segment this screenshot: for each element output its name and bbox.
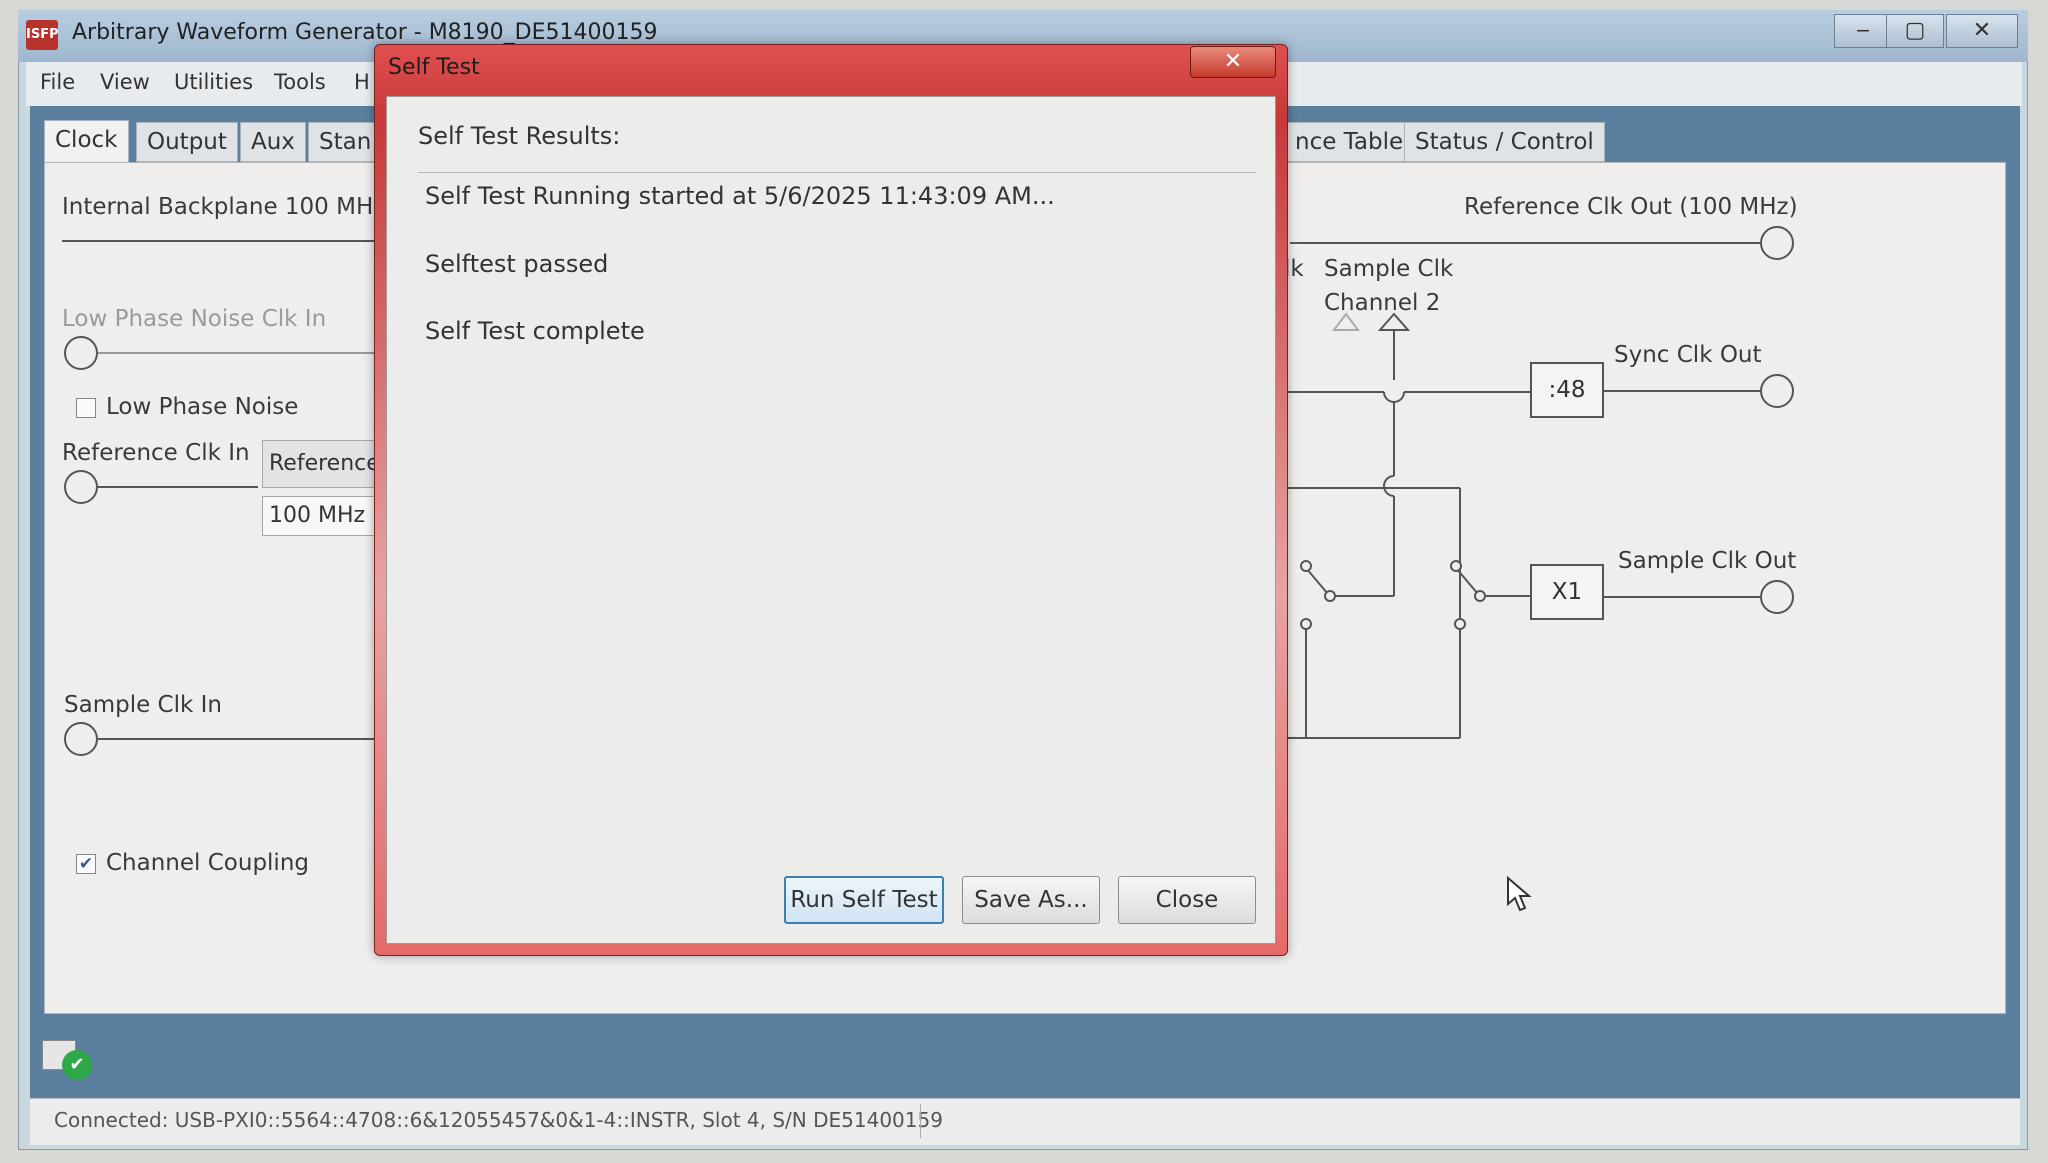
dialog-title: Self Test [388,55,480,80]
menu-view[interactable]: View [100,70,150,94]
minimize-button[interactable]: ‒ [1834,14,1892,48]
reference-clk-out-label: Reference Clk Out (100 MHz) [1464,194,1798,220]
tab-output[interactable]: Output [136,122,238,162]
menu-file[interactable]: File [40,70,75,94]
dialog-body [386,96,1276,944]
low-phase-noise-checkbox[interactable] [76,398,96,418]
sample-clk-out-connector [1760,580,1794,614]
status-divider [920,1104,921,1138]
window-close-button[interactable]: ✕ [1946,14,2018,48]
clock-routing-diagram [1288,312,1532,739]
mouse-cursor-icon [1507,876,1532,912]
tab-sequence-table[interactable]: nce Table [1284,122,1415,162]
tab-aux[interactable]: Aux [240,122,306,162]
reference-frequency-field[interactable]: 100 MHz [262,496,382,536]
app-logo-icon: ISFP [26,20,59,50]
sample-clk-out-line [1604,596,1760,598]
low-phase-noise-clk-in-connector [64,336,98,370]
reference-clk-in-label: Reference Clk In [62,440,250,466]
channel-coupling-label: Channel Coupling [106,850,310,876]
sync-clk-out-connector [1760,374,1794,408]
dialog-close-icon[interactable]: ✕ [1190,46,1276,78]
low-phase-noise-clk-in-label: Low Phase Noise Clk In [62,306,327,332]
sample-clk-out-label: Sample Clk Out [1618,548,1797,574]
reference-clk-out-connector [1760,226,1794,260]
results-separator [418,172,1256,173]
sync-clk-divider-box: :48 [1530,362,1604,418]
window-title: Arbitrary Waveform Generator - M8190_DE5… [72,20,658,45]
sync-clk-out-line [1604,390,1760,392]
reference-source-select[interactable]: Reference [262,440,382,488]
low-phase-noise-label: Low Phase Noise [106,394,299,420]
menu-utilities[interactable]: Utilities [174,70,253,94]
tab-standard[interactable]: Stan [308,122,383,162]
maximize-button[interactable]: ▢ [1886,14,1944,48]
save-as-button[interactable]: Save As... [962,876,1100,924]
connected-check-icon: ✔ [62,1050,92,1080]
connection-status-text: Connected: USB-PXI0::5564::4708::6&12055… [54,1108,943,1132]
result-line: Self Test Running started at 5/6/2025 11… [425,182,1055,210]
sync-clk-out-label: Sync Clk Out [1614,342,1762,368]
result-line: Selftest passed [425,250,609,278]
menu-tools[interactable]: Tools [274,70,326,94]
backplane-line [62,240,382,242]
low-phase-noise-line [98,352,378,354]
tab-clock[interactable]: Clock [44,120,129,164]
status-icon-bar [30,1026,2020,1098]
menu-help[interactable]: H [354,70,370,94]
tab-status-control[interactable]: Status / Control [1404,122,1605,162]
reference-clk-out-line [1290,242,1760,244]
sample-clk-multiplier-box: X1 [1530,564,1604,620]
reference-clk-in-connector [64,470,98,504]
sample-clk-in-label: Sample Clk In [64,692,222,718]
close-button[interactable]: Close [1118,876,1256,924]
result-line: Self Test complete [425,317,645,345]
sample-clk-in-line [98,738,378,740]
internal-backplane-label: Internal Backplane 100 MHz [62,194,386,220]
results-heading: Self Test Results: [418,122,621,150]
channel-coupling-checkbox[interactable]: ✔ [76,854,96,874]
sample-clk-channel-2-label-line1: Sample Clk [1324,256,1454,282]
reference-clk-in-line [98,486,258,488]
run-self-test-button[interactable]: Run Self Test [784,876,944,924]
sample-clk-in-connector [64,722,98,756]
